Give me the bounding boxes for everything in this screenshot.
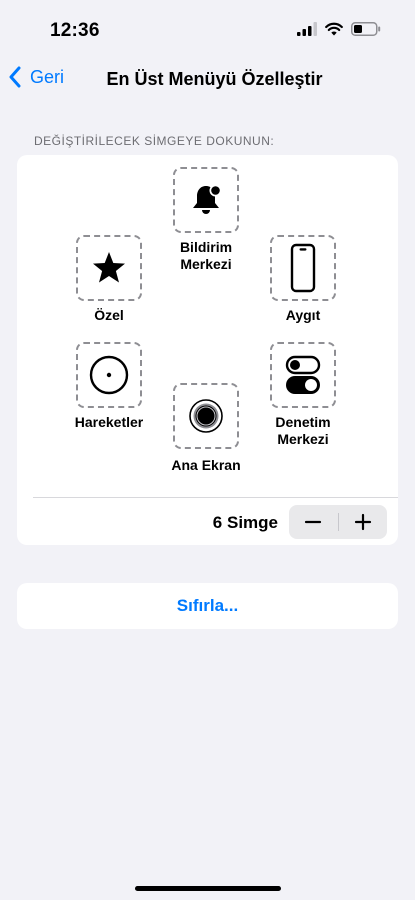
slot-home[interactable] xyxy=(173,383,239,449)
battery-icon xyxy=(351,22,381,36)
iphone-icon xyxy=(290,243,316,293)
home-indicator[interactable] xyxy=(135,886,281,891)
status-bar: 12:36 xyxy=(0,0,415,60)
reset-label: Sıfırla... xyxy=(176,596,239,615)
circle-dot-icon xyxy=(89,355,129,395)
status-icons xyxy=(297,22,381,36)
slot-device[interactable] xyxy=(270,235,336,301)
status-time: 12:36 xyxy=(50,20,100,41)
slot-label-home: Ana Ekran xyxy=(171,457,241,473)
star-icon xyxy=(93,252,125,283)
slot-label-control-center: Denetim Merkezi xyxy=(275,414,331,447)
slot-label-device: Aygıt xyxy=(285,307,321,323)
page-title: En Üst Menüyü Özelleştir xyxy=(106,69,323,89)
increment-button[interactable] xyxy=(339,505,388,539)
reset-button[interactable]: Sıfırla... xyxy=(17,583,398,629)
icon-count-stepper xyxy=(289,505,387,539)
minus-icon xyxy=(305,520,322,524)
icon-count-label: 6 Simge xyxy=(212,513,278,532)
decrement-button[interactable] xyxy=(289,505,338,539)
slot-notification-center[interactable] xyxy=(173,167,239,233)
bell-badge-icon xyxy=(193,184,222,214)
slot-gestures[interactable] xyxy=(76,342,142,408)
slot-label-custom: Özel xyxy=(94,307,124,323)
toggles-icon xyxy=(285,355,321,394)
slot-label-gestures: Hareketler xyxy=(74,414,144,430)
home-button-icon xyxy=(189,399,223,433)
wifi-icon xyxy=(325,22,343,36)
menu-layout-card: Bildirim Merkezi Özel Aygıt Hareketler D… xyxy=(17,155,398,545)
cellular-signal-icon xyxy=(297,22,317,36)
section-header: DEĞİŞTİRİLECEK SİMGEYE DOKUNUN: xyxy=(34,134,275,148)
slot-custom[interactable] xyxy=(76,235,142,301)
slot-control-center[interactable] xyxy=(270,342,336,408)
navigation-bar: Geri En Üst Menüyü Özelleştir xyxy=(0,60,415,100)
divider xyxy=(33,497,398,498)
slot-label-notification-center: Bildirim Merkezi xyxy=(179,239,233,272)
plus-icon xyxy=(354,513,371,531)
